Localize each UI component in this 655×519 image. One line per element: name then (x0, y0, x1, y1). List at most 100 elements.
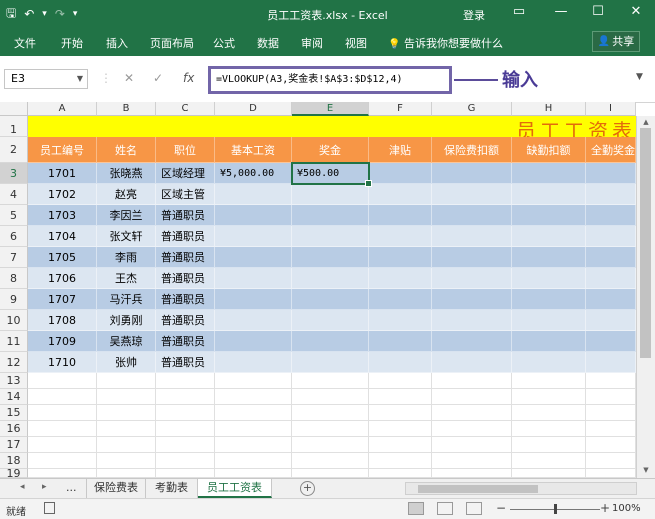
column-header-h[interactable]: H (512, 102, 586, 116)
empty-cell[interactable] (512, 469, 586, 478)
tab-page-layout[interactable]: 页面布局 (150, 35, 194, 51)
page-layout-view-icon[interactable] (437, 502, 453, 515)
empty-cell[interactable] (586, 389, 636, 405)
table-cell[interactable]: 区域主管 (156, 184, 215, 205)
empty-cell[interactable] (512, 421, 586, 437)
table-cell[interactable]: 1710 (28, 352, 97, 373)
column-header-c[interactable]: C (156, 102, 215, 116)
table-cell[interactable]: 张帅 (97, 352, 156, 373)
table-cell[interactable] (512, 289, 586, 310)
empty-cell[interactable] (215, 469, 292, 478)
empty-cell[interactable] (97, 421, 156, 437)
table-cell[interactable]: 王杰 (97, 268, 156, 289)
minimize-icon[interactable]: — (551, 4, 571, 19)
header-cell[interactable]: 基本工资 (215, 137, 292, 163)
table-cell[interactable]: 赵亮 (97, 184, 156, 205)
table-cell[interactable] (292, 247, 369, 268)
table-cell[interactable] (215, 310, 292, 331)
empty-cell[interactable] (369, 469, 432, 478)
table-cell[interactable] (432, 184, 512, 205)
zoom-out-icon[interactable]: − (496, 501, 506, 515)
vertical-scrollbar[interactable]: ▲ ▼ (636, 116, 655, 478)
table-cell[interactable] (215, 289, 292, 310)
empty-cell[interactable] (97, 373, 156, 389)
empty-cell[interactable] (28, 469, 97, 478)
empty-cell[interactable] (512, 405, 586, 421)
empty-cell[interactable] (215, 453, 292, 469)
table-cell[interactable]: 1708 (28, 310, 97, 331)
table-cell[interactable] (586, 184, 636, 205)
zoom-level[interactable]: 100% (612, 503, 641, 514)
table-cell[interactable] (432, 247, 512, 268)
table-cell[interactable] (586, 247, 636, 268)
horizontal-scrollbar[interactable] (405, 482, 637, 495)
maximize-icon[interactable]: ☐ (588, 4, 608, 19)
table-cell[interactable] (369, 331, 432, 352)
empty-cell[interactable] (156, 389, 215, 405)
header-cell[interactable]: 保险费扣额 (432, 137, 512, 163)
empty-cell[interactable] (292, 469, 369, 478)
table-cell[interactable] (512, 226, 586, 247)
empty-cell[interactable] (369, 389, 432, 405)
empty-cell[interactable] (512, 437, 586, 453)
empty-cell[interactable] (97, 405, 156, 421)
enter-icon[interactable]: ✓ (153, 71, 163, 85)
ribbon-display-icon[interactable]: ▭ (509, 4, 529, 19)
cancel-icon[interactable]: ✕ (124, 71, 134, 85)
tab-formulas[interactable]: 公式 (213, 35, 235, 51)
fill-handle[interactable] (365, 180, 372, 187)
table-cell[interactable] (432, 205, 512, 226)
empty-cell[interactable] (28, 389, 97, 405)
empty-cell[interactable] (292, 373, 369, 389)
table-cell[interactable]: 张文轩 (97, 226, 156, 247)
table-cell[interactable] (369, 184, 432, 205)
table-cell[interactable] (215, 331, 292, 352)
share-button[interactable]: 👤 共享 (592, 31, 640, 52)
row-header-16[interactable]: 16 (0, 421, 28, 437)
table-cell[interactable] (215, 247, 292, 268)
zoom-in-icon[interactable]: + (600, 501, 610, 515)
name-box-dropdown-icon[interactable]: ▼ (77, 70, 83, 88)
column-header-d[interactable]: D (215, 102, 292, 116)
empty-cell[interactable] (369, 373, 432, 389)
table-cell[interactable] (369, 310, 432, 331)
empty-cell[interactable] (28, 453, 97, 469)
table-cell[interactable] (512, 310, 586, 331)
table-cell[interactable]: 普通职员 (156, 226, 215, 247)
empty-cell[interactable] (432, 373, 512, 389)
column-header-g[interactable]: G (432, 102, 512, 116)
table-cell[interactable] (292, 226, 369, 247)
column-header-e[interactable]: E (292, 102, 369, 116)
select-all-corner[interactable] (0, 102, 28, 116)
empty-cell[interactable] (586, 421, 636, 437)
table-cell[interactable] (292, 184, 369, 205)
expand-formula-bar-icon[interactable]: ▼ (636, 72, 643, 82)
sheet-tab-insurance[interactable]: 保险费表 (86, 479, 146, 498)
empty-cell[interactable] (432, 389, 512, 405)
header-cell[interactable]: 缺勤扣额 (512, 137, 586, 163)
table-cell[interactable] (586, 205, 636, 226)
macro-record-icon[interactable] (44, 502, 55, 514)
empty-cell[interactable] (292, 389, 369, 405)
empty-cell[interactable] (156, 421, 215, 437)
empty-cell[interactable] (292, 421, 369, 437)
header-cell[interactable]: 全勤奖金 (586, 137, 636, 163)
table-cell[interactable]: 区域经理 (156, 163, 215, 184)
next-sheet-icon[interactable]: ▸ (42, 482, 47, 492)
table-cell[interactable] (586, 226, 636, 247)
table-cell[interactable] (432, 331, 512, 352)
table-cell[interactable]: 普通职员 (156, 205, 215, 226)
empty-cell[interactable] (586, 437, 636, 453)
tab-home[interactable]: 开始 (61, 35, 83, 51)
empty-cell[interactable] (215, 421, 292, 437)
empty-cell[interactable] (156, 405, 215, 421)
empty-cell[interactable] (432, 437, 512, 453)
table-cell[interactable] (215, 205, 292, 226)
column-header-f[interactable]: F (369, 102, 432, 116)
table-cell[interactable]: ¥5,000.00 (215, 163, 292, 184)
row-header-6[interactable]: 6 (0, 226, 28, 247)
header-cell[interactable]: 员工编号 (28, 137, 97, 163)
empty-cell[interactable] (432, 405, 512, 421)
table-cell[interactable] (369, 352, 432, 373)
table-cell[interactable] (586, 310, 636, 331)
